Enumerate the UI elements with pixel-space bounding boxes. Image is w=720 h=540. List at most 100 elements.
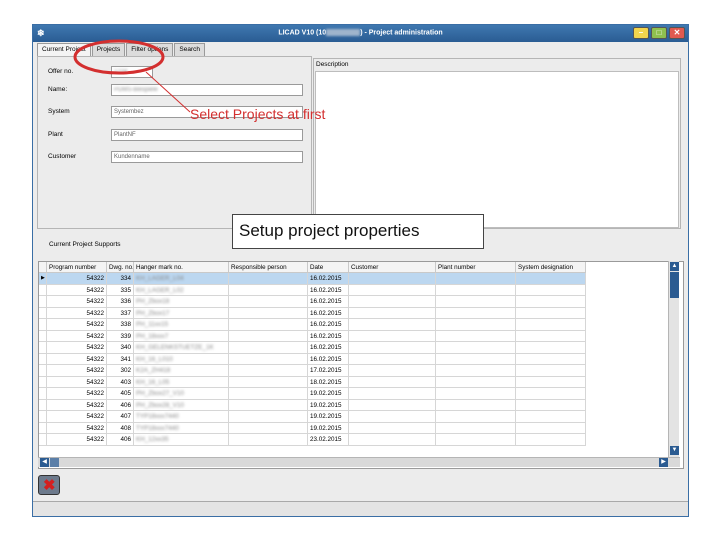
col-responsible-person[interactable]: Responsible person: [229, 262, 308, 273]
cell-customer: [349, 434, 436, 446]
cell-date: 19.02.2015: [308, 422, 349, 434]
cell-system-designation: [516, 330, 586, 342]
row-marker: [39, 353, 47, 365]
cell-system-designation: [516, 399, 586, 411]
cell-system-designation: [516, 319, 586, 331]
cell-customer: [349, 342, 436, 354]
cell-responsible-person: [229, 330, 308, 342]
cell-date: 17.02.2015: [308, 365, 349, 377]
cell-program-number: 54322: [47, 273, 107, 285]
cell-responsible-person: [229, 284, 308, 296]
cell-date: 16.02.2015: [308, 307, 349, 319]
name-value: PDMS-Beispiele: [114, 87, 158, 93]
table-row[interactable]: 54322 407 TYP18xxx7440 19.02.2015: [39, 411, 586, 423]
row-marker: [39, 399, 47, 411]
offer-label: Offer no.: [48, 68, 74, 75]
cell-customer: [349, 273, 436, 285]
cell-dwg-no: 405: [107, 388, 134, 400]
table-row[interactable]: 54322 406 PH_Zbox28_V10 19.02.2015: [39, 399, 586, 411]
maximize-icon[interactable]: □: [651, 27, 667, 39]
scroll-thumb[interactable]: [670, 272, 679, 298]
close-icon[interactable]: ✕: [669, 27, 685, 39]
cell-dwg-no: 406: [107, 399, 134, 411]
cell-responsible-person: [229, 434, 308, 446]
col-plant-number[interactable]: Plant number: [436, 262, 516, 273]
customer-value: Kundenname: [114, 154, 150, 160]
offer-field[interactable]: 1234: [111, 66, 153, 78]
cell-responsible-person: [229, 307, 308, 319]
cell-hanger-mark: K2A_ZH418: [134, 365, 229, 377]
hscroll-thumb[interactable]: [50, 458, 59, 467]
minimize-icon[interactable]: –: [633, 27, 649, 39]
tab-search[interactable]: Search: [174, 43, 206, 56]
cell-responsible-person: [229, 273, 308, 285]
customer-field[interactable]: Kundenname: [111, 151, 303, 163]
status-bar: [33, 501, 688, 516]
col-hanger-mark[interactable]: Hanger mark no.: [134, 262, 229, 273]
cell-dwg-no: 335: [107, 284, 134, 296]
cell-dwg-no: 406: [107, 434, 134, 446]
table-row[interactable]: 54322 338 PH_11xx15 16.02.2015: [39, 319, 586, 331]
table-row[interactable]: 54322 340 KH_GELENKSTUETZE_1K 16.02.2015: [39, 342, 586, 354]
col-system-designation[interactable]: System designation: [516, 262, 586, 273]
cell-plant-number: [436, 284, 516, 296]
table-row[interactable]: 54322 302 K2A_ZH418 17.02.2015: [39, 365, 586, 377]
cell-customer: [349, 365, 436, 377]
cell-date: 16.02.2015: [308, 330, 349, 342]
scroll-right-icon[interactable]: ▶: [659, 458, 668, 467]
cell-hanger-mark: KH_12xx35: [134, 434, 229, 446]
cell-plant-number: [436, 353, 516, 365]
cell-program-number: 54322: [47, 342, 107, 354]
cell-hanger-mark: TYP18xxx7440: [134, 411, 229, 423]
cell-hanger-mark: PH_18xxx7: [134, 330, 229, 342]
cell-plant-number: [436, 296, 516, 308]
horizontal-scrollbar[interactable]: ◀ ▶: [38, 457, 680, 467]
project-fields-panel: Offer no. 1234 Name: PDMS-Beispiele Syst…: [37, 56, 312, 229]
table-row[interactable]: 54322 337 PH_Zbox17 16.02.2015: [39, 307, 586, 319]
plant-field[interactable]: PlantNF: [111, 129, 303, 141]
cell-program-number: 54322: [47, 388, 107, 400]
cell-program-number: 54322: [47, 296, 107, 308]
name-field[interactable]: PDMS-Beispiele: [111, 84, 303, 96]
cell-customer: [349, 330, 436, 342]
cell-responsible-person: [229, 388, 308, 400]
col-dwg-no[interactable]: Dwg. no.: [107, 262, 134, 273]
scroll-down-icon[interactable]: ▼: [670, 446, 679, 455]
cell-system-designation: [516, 273, 586, 285]
table-row[interactable]: 54322 336 PH_Zbox18 16.02.2015: [39, 296, 586, 308]
tab-filter-options[interactable]: Filter options: [126, 43, 174, 56]
cell-customer: [349, 353, 436, 365]
cell-customer: [349, 422, 436, 434]
cell-dwg-no: 341: [107, 353, 134, 365]
row-marker: [39, 365, 47, 377]
description-label: Description: [316, 61, 349, 68]
table-row[interactable]: 54322 339 PH_18xxx7 16.02.2015: [39, 330, 586, 342]
table-row[interactable]: 54322 341 KH_16_L010 16.02.2015: [39, 353, 586, 365]
row-marker: [39, 388, 47, 400]
col-customer[interactable]: Customer: [349, 262, 436, 273]
row-marker: ▶: [39, 273, 47, 285]
tab-projects[interactable]: Projects: [91, 43, 126, 56]
scroll-up-icon[interactable]: ▲: [670, 262, 679, 271]
table-row[interactable]: 54322 403 KH_16_L05 18.02.2015: [39, 376, 586, 388]
col-program-number[interactable]: Program number: [47, 262, 107, 273]
table-row[interactable]: 54322 335 KH_LAGER_L02 16.02.2015: [39, 284, 586, 296]
table-row[interactable]: 54322 405 PH_Zbox27_V10 19.02.2015: [39, 388, 586, 400]
cell-hanger-mark: TYP18xxx7440: [134, 422, 229, 434]
table-row[interactable]: 54322 408 TYP18xxx7440 19.02.2015: [39, 422, 586, 434]
cell-program-number: 54322: [47, 434, 107, 446]
tab-current-project[interactable]: Current Project: [37, 43, 91, 56]
redacted-version: [326, 29, 361, 36]
cell-date: 16.02.2015: [308, 284, 349, 296]
cell-hanger-mark: PH_Zbox17: [134, 307, 229, 319]
cell-system-designation: [516, 365, 586, 377]
table-row[interactable]: 54322 406 KH_12xx35 23.02.2015: [39, 434, 586, 446]
title-bar: ❄ LICAD V10 (10) - Project administratio…: [33, 25, 688, 42]
cell-plant-number: [436, 411, 516, 423]
table-row[interactable]: ▶ 54322 334 KH_LAGER_L04 16.02.2015: [39, 273, 586, 285]
delete-button[interactable]: ✖: [38, 475, 60, 495]
description-textarea[interactable]: [315, 71, 679, 228]
vertical-scrollbar[interactable]: ▲ ▼: [668, 261, 679, 457]
col-date[interactable]: Date: [308, 262, 349, 273]
scroll-left-icon[interactable]: ◀: [40, 458, 49, 467]
